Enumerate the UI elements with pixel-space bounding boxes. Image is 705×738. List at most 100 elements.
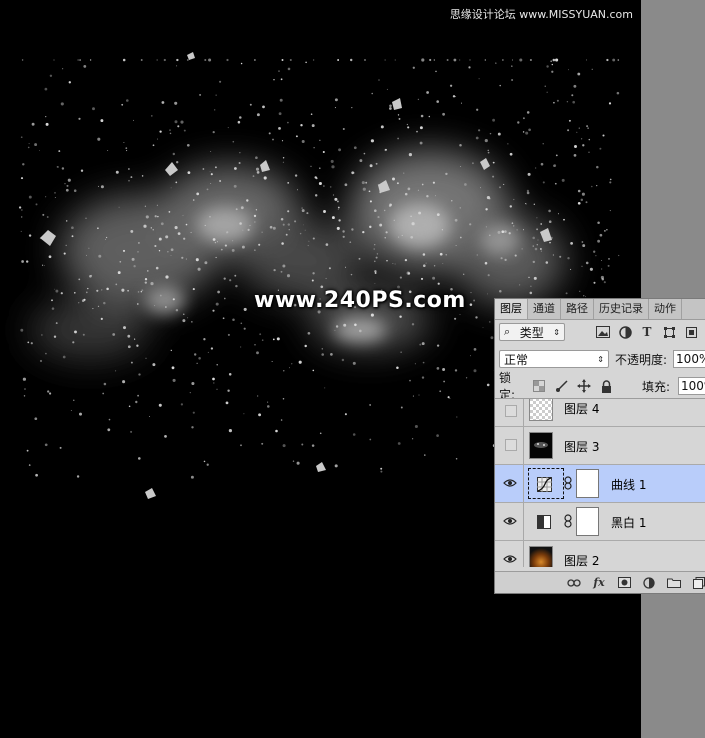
speck [422, 253, 426, 256]
link-chain-icon[interactable] [564, 514, 572, 528]
speck [182, 319, 186, 323]
layer-row-curves-1[interactable]: 曲线 1 [495, 465, 705, 503]
speck [128, 168, 130, 170]
speck [597, 221, 600, 224]
spinner-icon: ⇕ [597, 354, 604, 364]
black-white-adjustment-icon [536, 514, 552, 530]
speck [542, 143, 544, 145]
speck [170, 349, 172, 352]
speck [170, 255, 172, 256]
opacity-input[interactable]: 100% [673, 350, 705, 368]
tab-actions[interactable]: 动作 [649, 299, 682, 319]
speck [54, 288, 56, 290]
tab-layers[interactable]: 图层 [495, 299, 528, 319]
lock-paint-brush-icon[interactable] [554, 378, 568, 394]
visibility-toggle[interactable] [505, 439, 517, 451]
speck [35, 473, 38, 477]
speck [77, 59, 79, 61]
speck [369, 164, 373, 168]
tab-history[interactable]: 历史记录 [594, 299, 649, 319]
speck [137, 241, 140, 244]
speck [175, 181, 178, 184]
speck [421, 342, 425, 346]
speck [223, 297, 226, 300]
layer-name: 黑白 1 [611, 516, 647, 530]
adjustment-filter-icon[interactable] [617, 324, 633, 340]
lock-position-move-icon[interactable] [576, 378, 591, 394]
speck [28, 195, 32, 199]
speck [465, 377, 468, 379]
speck [125, 99, 129, 102]
speck [579, 290, 581, 292]
shape-filter-icon[interactable] [661, 324, 677, 340]
fill-input[interactable]: 100% [678, 377, 705, 395]
visibility-toggle[interactable] [505, 405, 517, 417]
eye-icon[interactable] [503, 552, 517, 566]
speck [334, 107, 336, 109]
speck [280, 270, 283, 273]
speck [581, 265, 583, 267]
speck [380, 125, 384, 129]
layer-mask-thumbnail[interactable] [576, 507, 599, 536]
speck [532, 260, 535, 264]
fx-icon[interactable]: fx [592, 576, 606, 590]
speck [576, 131, 578, 133]
speck [70, 409, 72, 411]
speck [311, 279, 314, 282]
speck [213, 382, 215, 384]
speck [90, 274, 93, 277]
new-group-folder-icon[interactable] [667, 576, 681, 590]
filter-kind-select[interactable]: ⌕ 类型 ⇕ [499, 323, 565, 341]
speck [369, 404, 371, 406]
layer-row-layer-3[interactable]: 图层 3 [495, 427, 705, 465]
speck [609, 210, 611, 212]
speck [542, 181, 545, 184]
speck [390, 204, 392, 206]
speck [393, 219, 395, 221]
speck [596, 184, 598, 187]
speck [141, 289, 144, 292]
speck [475, 316, 478, 319]
speck [126, 150, 128, 152]
speck [49, 392, 52, 395]
speck [322, 150, 325, 154]
layer-row-layer-4[interactable]: 图层 4 [495, 399, 705, 427]
pixel-filter-icon[interactable] [595, 324, 611, 340]
layer-row-black-white-1[interactable]: 黑白 1 [495, 503, 705, 541]
speck [196, 192, 200, 196]
speck [419, 343, 422, 346]
speck [426, 91, 429, 94]
eye-icon[interactable] [503, 476, 517, 490]
lock-transparent-icon[interactable] [532, 378, 546, 394]
speck [232, 140, 235, 143]
speck [275, 429, 278, 433]
blend-mode-select[interactable]: 正常 ⇕ [499, 350, 609, 368]
add-mask-icon[interactable] [617, 576, 631, 590]
lock-all-padlock-icon[interactable] [599, 378, 613, 394]
type-filter-icon[interactable]: T [639, 324, 655, 340]
speck [437, 282, 440, 285]
speck [334, 329, 336, 331]
link-layers-icon[interactable] [567, 576, 581, 590]
layer-row-layer-2[interactable]: 图层 2 [495, 541, 705, 567]
speck [195, 258, 199, 262]
tab-channels[interactable]: 通道 [528, 299, 561, 319]
layer-mask-thumbnail[interactable] [576, 469, 599, 498]
speck [122, 380, 126, 384]
speck [565, 292, 568, 295]
speck [536, 244, 538, 246]
speck [73, 399, 75, 401]
new-adjustment-icon[interactable] [642, 576, 656, 590]
new-layer-icon[interactable] [692, 576, 705, 590]
smart-object-filter-icon[interactable] [683, 324, 699, 340]
speck [426, 194, 429, 198]
speck [487, 151, 490, 154]
speck [369, 225, 372, 229]
tab-paths[interactable]: 路径 [561, 299, 594, 319]
speck [216, 364, 218, 366]
speck [127, 334, 131, 338]
link-chain-icon[interactable] [564, 476, 572, 490]
speck [115, 370, 117, 372]
speck [502, 59, 504, 61]
eye-icon[interactable] [503, 514, 517, 528]
